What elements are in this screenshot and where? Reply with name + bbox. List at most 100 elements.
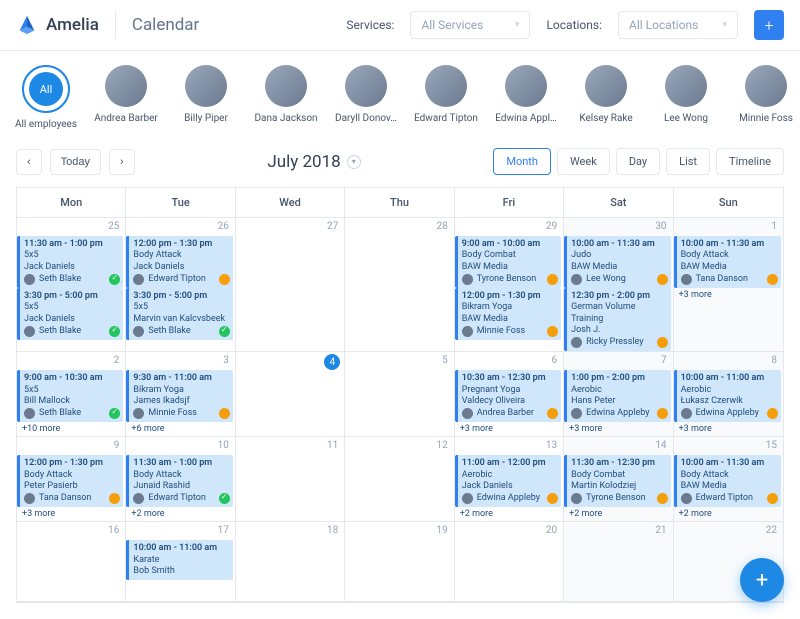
more-link[interactable]: +3 more (674, 422, 783, 436)
day-number: 4 (324, 354, 340, 370)
calendar-event[interactable]: 10:00 am - 11:00 amAerobicŁukasz Czerwik… (674, 370, 781, 422)
employee-1[interactable]: Andrea Barber (96, 65, 156, 130)
day-number: 21 (655, 525, 666, 536)
calendar-event[interactable]: 10:00 am - 11:30 amJudoBAW MediaLee Wong (564, 236, 670, 288)
day-number: 12 (436, 440, 447, 451)
calendar-event[interactable]: 11:30 am - 12:30 pmBody CombatMartin Kol… (564, 455, 670, 507)
today-button[interactable]: Today (50, 149, 101, 175)
avatar (462, 493, 473, 504)
calendar-event[interactable]: 10:00 am - 11:00 amKarateBob Smith (126, 540, 232, 580)
calendar-cell[interactable]: 25 11:30 am - 1:00 pm5x5Jack DanielsSeth … (17, 218, 126, 352)
calendar-cell[interactable]: 71:00 pm - 2:00 pmAerobicHans PeterEdwin… (564, 352, 673, 437)
more-link[interactable]: +6 more (126, 422, 234, 436)
calendar-cell[interactable]: 1710:00 am - 11:00 amKarateBob Smith (126, 522, 235, 602)
calendar-event[interactable]: 11:30 am - 1:00 pmBody AttackJunaid Rash… (126, 455, 232, 507)
calendar-event[interactable]: 12:30 pm - 2:00 pmGerman Volume Training… (564, 288, 670, 351)
calendar-cell[interactable]: 14 11:30 am - 12:30 pmBody CombatMartin K… (564, 437, 673, 522)
avatar (745, 65, 787, 107)
view-tab-month[interactable]: Month (493, 148, 551, 175)
calendar-event[interactable]: 10:00 am - 11:30 amBody AttackBAW MediaT… (674, 236, 781, 288)
calendar-event[interactable]: 11:30 am - 1:00 pm5x5Jack DanielsSeth Bl… (17, 236, 123, 288)
calendar-cell[interactable]: 3010:00 am - 11:30 amJudoBAW MediaLee Wo… (564, 218, 673, 352)
employee-all[interactable]: AllAll employees (16, 65, 76, 130)
status-icon (219, 274, 230, 285)
calendar-cell[interactable]: 28 (345, 218, 454, 352)
view-tab-list[interactable]: List (666, 148, 710, 175)
calendar-cell[interactable]: 4 (236, 352, 345, 437)
more-link[interactable]: +3 more (455, 422, 563, 436)
calendar-event[interactable]: 3:30 pm - 5:00 pm5x5Jack DanielsSeth Bla… (17, 288, 123, 340)
calendar-cell[interactable]: 110:00 am - 11:30 amBody AttackBAW Media… (674, 218, 783, 352)
day-number: 29 (546, 221, 557, 232)
prev-button[interactable]: ‹ (16, 149, 42, 175)
avatar (265, 65, 307, 107)
calendar-cell[interactable]: 39:30 am - 11:00 amBikram YogaJames Ikad… (126, 352, 235, 437)
calendar-cell[interactable]: 21 (564, 522, 673, 602)
view-tab-week[interactable]: Week (557, 148, 610, 175)
locations-select[interactable]: All Locations ▾ (618, 11, 738, 39)
calendar-event[interactable]: 9:00 am - 10:30 am5x5Bill MallockSeth Bl… (17, 370, 123, 422)
day-number: 25 (108, 221, 119, 232)
day-header: Sun (674, 188, 783, 218)
employee-2[interactable]: Billy Piper (176, 65, 236, 130)
employee-name: Minnie Foss (734, 113, 798, 124)
calendar-cell[interactable]: 20 (455, 522, 564, 602)
calendar-event[interactable]: 11:00 am - 12:00 pmAerobicJack DanielsEd… (455, 455, 561, 507)
view-tab-timeline[interactable]: Timeline (716, 148, 784, 175)
day-number: 14 (655, 440, 666, 451)
more-link[interactable]: +2 more (564, 507, 672, 521)
calendar-event[interactable]: 10:00 am - 11:30 amBody AttackBAW MediaE… (674, 455, 781, 507)
calendar-cell[interactable]: 19 (345, 522, 454, 602)
calendar-cell[interactable]: 29 9:00 am - 10:00 amBody CombatBAW Media… (455, 218, 564, 352)
view-tab-day[interactable]: Day (616, 148, 660, 175)
day-number: 10 (218, 440, 229, 451)
employee-5[interactable]: Edward Tipton (416, 65, 476, 130)
avatar (681, 493, 692, 504)
calendar-event[interactable]: 12:00 pm - 1:30 pmBody AttackPeter Pasie… (17, 455, 123, 507)
more-link[interactable]: +10 more (17, 422, 125, 436)
services-select[interactable]: All Services ▾ (410, 11, 530, 39)
avatar (185, 65, 227, 107)
calendar-event[interactable]: 9:30 am - 11:00 amBikram YogaJames Ikads… (126, 370, 232, 422)
employee-7[interactable]: Kelsey Rake (576, 65, 636, 130)
calendar-event[interactable]: 9:00 am - 10:00 amBody CombatBAW MediaTy… (455, 236, 561, 288)
calendar-cell[interactable]: 912:00 pm - 1:30 pmBody AttackPeter Pasi… (17, 437, 126, 522)
calendar-event[interactable]: 12:00 pm - 1:30 pmBody AttackJack Daniel… (126, 236, 232, 288)
avatar (665, 65, 707, 107)
employee-3[interactable]: Dana Jackson (256, 65, 316, 130)
calendar-cell[interactable]: 1510:00 am - 11:30 amBody AttackBAW Medi… (674, 437, 783, 522)
calendar-cell[interactable]: 12 (345, 437, 454, 522)
more-link[interactable]: +3 more (17, 507, 125, 521)
calendar-cell[interactable]: 27 (236, 218, 345, 352)
employee-name: Kelsey Rake (574, 113, 638, 124)
employee-9[interactable]: Minnie Foss (736, 65, 796, 130)
employee-6[interactable]: Edwina Appl… (496, 65, 556, 130)
more-link[interactable]: +2 more (674, 507, 783, 521)
calendar-event[interactable]: 10:30 am - 12:30 pmPregnant YogaValdecy … (455, 370, 561, 422)
calendar-event[interactable]: 3:30 pm - 5:00 pm5x5Marvin van Kalcvsbee… (126, 288, 232, 340)
more-link[interactable]: +3 more (564, 422, 672, 436)
calendar-event[interactable]: 12:00 pm - 1:30 pmBikram YogaBAW MediaMi… (455, 288, 561, 340)
calendar-cell[interactable]: 610:30 am - 12:30 pmPregnant YogaValdecy… (455, 352, 564, 437)
calendar-cell[interactable]: 810:00 am - 11:00 amAerobicŁukasz Czerwi… (674, 352, 783, 437)
status-icon (657, 274, 668, 285)
calendar-cell[interactable]: 16 (17, 522, 126, 602)
more-link[interactable]: +2 more (455, 507, 563, 521)
month-title[interactable]: July 2018 ▾ (143, 152, 486, 172)
calendar-cell[interactable]: 10 11:30 am - 1:00 pmBody AttackJunaid Ra… (126, 437, 235, 522)
fab-add-button[interactable]: + (740, 558, 784, 602)
employee-8[interactable]: Lee Wong (656, 65, 716, 130)
more-link[interactable]: +3 more (674, 288, 783, 302)
calendar-cell[interactable]: 18 (236, 522, 345, 602)
calendar-event[interactable]: 1:00 pm - 2:00 pmAerobicHans PeterEdwina… (564, 370, 670, 422)
calendar-cell[interactable]: 1311:00 am - 12:00 pmAerobicJack Daniels… (455, 437, 564, 522)
calendar-cell[interactable]: 11 (236, 437, 345, 522)
more-link[interactable]: +2 more (126, 507, 234, 521)
calendar-cell[interactable]: 2612:00 pm - 1:30 pmBody AttackJack Dani… (126, 218, 235, 352)
add-button[interactable]: + (754, 10, 784, 40)
avatar (133, 408, 144, 419)
calendar-cell[interactable]: 5 (345, 352, 454, 437)
employee-4[interactable]: Daryll Donov… (336, 65, 396, 130)
calendar-cell[interactable]: 29:00 am - 10:30 am5x5Bill MallockSeth B… (17, 352, 126, 437)
next-button[interactable]: › (109, 149, 135, 175)
